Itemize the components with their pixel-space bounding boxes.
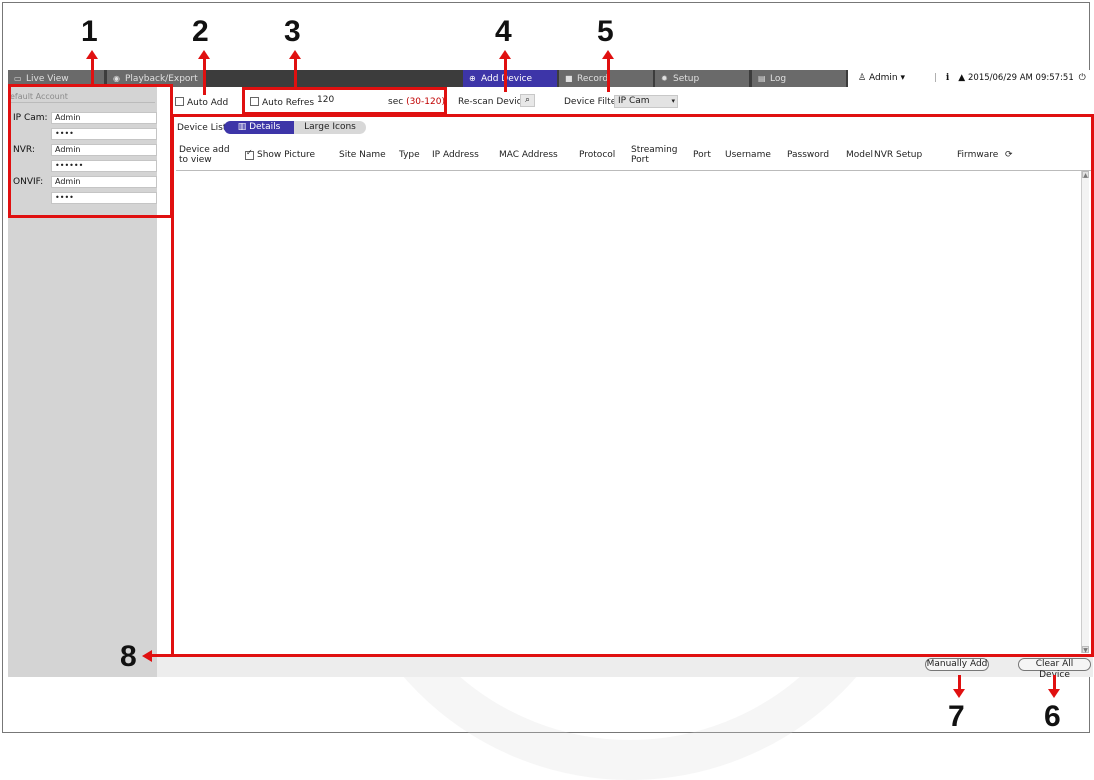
info-icon[interactable]: i — [946, 73, 949, 83]
user-name: Admin — [868, 73, 898, 83]
chevron-down-icon: ▾ — [900, 73, 906, 83]
arrow-4-head — [499, 50, 511, 59]
annotation-number-3: 3 — [284, 15, 301, 48]
annotation-number-2: 2 — [192, 15, 209, 48]
device-filter-label: Device Filter — [564, 97, 620, 107]
tab-setup[interactable]: ✹ Setup — [655, 70, 749, 87]
auto-add-checkbox[interactable] — [175, 97, 184, 106]
annotation-number-1: 1 — [81, 15, 98, 48]
gear-icon: ✹ — [661, 74, 668, 83]
annotation-box-3 — [242, 87, 447, 115]
user-menu[interactable]: ♙ Admin ▾ — [848, 70, 928, 87]
arrow-3-head — [289, 50, 301, 59]
clear-all-device-button[interactable]: Clear All Device — [1018, 658, 1091, 680]
tab-log[interactable]: ▤ Log — [752, 70, 846, 87]
arrow-2-head — [198, 50, 210, 59]
annotation-number-5: 5 — [597, 15, 614, 48]
divider: | — [934, 73, 938, 83]
arrow-1-head — [86, 50, 98, 59]
auto-add-option[interactable]: Auto Add — [175, 97, 228, 108]
plus-circle-icon: ⊕ — [469, 74, 476, 83]
arrow-7-head — [953, 689, 965, 698]
datetime: 2015/06/29 AM 09:57:51 — [968, 73, 1074, 83]
arrow-8 — [150, 654, 172, 657]
nav-right-area: | i ▲ 2015/06/29 AM 09:57:51 ⏻ — [928, 70, 1093, 87]
annotation-number-7: 7 — [948, 700, 965, 733]
device-filter-select[interactable]: IP Cam ▾ — [614, 95, 678, 108]
annotation-number-4: 4 — [495, 15, 512, 48]
arrow-6-head — [1048, 689, 1060, 698]
rescan-button[interactable]: ⌕ — [520, 94, 535, 107]
arrow-5 — [607, 55, 610, 92]
arrow-4 — [504, 55, 507, 92]
arrow-5-head — [602, 50, 614, 59]
document-icon: ▤ — [758, 74, 766, 83]
user-icon: ♙ — [858, 73, 867, 83]
annotation-number-8: 8 — [120, 640, 137, 673]
arrow-2 — [203, 55, 206, 95]
manually-add-button[interactable]: Manually Add — [925, 658, 989, 671]
annotation-number-6: 6 — [1044, 700, 1061, 733]
tab-add-device[interactable]: ⊕ Add Device — [463, 70, 557, 87]
search-icon: ⌕ — [524, 95, 531, 105]
annotation-box-1 — [8, 84, 173, 218]
power-icon[interactable]: ⏻ — [1079, 73, 1086, 83]
annotation-box-8 — [171, 114, 1094, 657]
chevron-down-icon: ▾ — [671, 97, 675, 105]
arrow-3 — [294, 55, 297, 87]
warning-icon[interactable]: ▲ — [958, 73, 965, 83]
rescan-label: Re-scan Device — [458, 97, 528, 107]
arrow-1 — [91, 55, 94, 85]
record-icon: ■ — [565, 74, 573, 83]
tab-record[interactable]: ■ Record — [559, 70, 653, 87]
